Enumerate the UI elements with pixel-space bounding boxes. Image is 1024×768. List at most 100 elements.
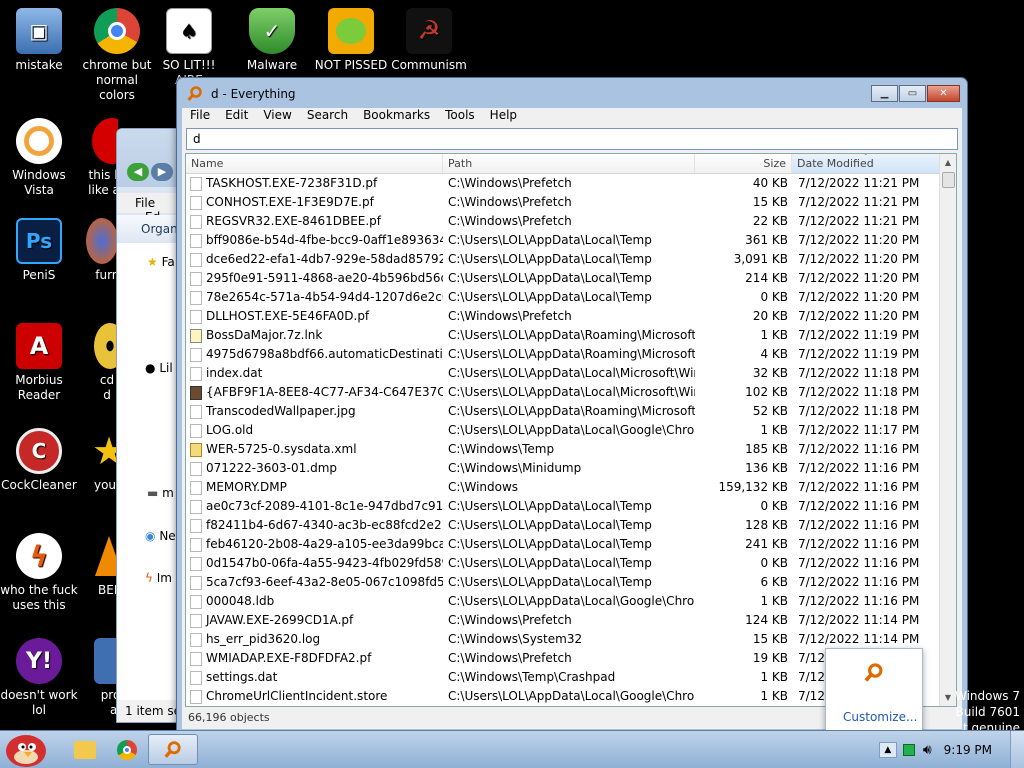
desktop-icon-winamp[interactable]: ϟ who the fuck uses this: [0, 533, 78, 613]
results-list[interactable]: Name Path Size Date Modified TASKHOST.EX…: [185, 153, 957, 707]
table-row[interactable]: DLLHOST.EXE-5E46FA0D.pf C:\Windows\Prefet…: [186, 307, 956, 326]
desktop-icon-not-pissed[interactable]: NOT PISSED: [312, 8, 390, 73]
desktop-icon-morbius-reader[interactable]: A Morbius Reader: [0, 323, 78, 403]
table-row[interactable]: hs_err_pid3620.log C:\Windows\System32 15 …: [186, 630, 956, 649]
desktop-icon-vlc[interactable]: BEEP: [78, 533, 118, 598]
scroll-down-icon[interactable]: ▼: [940, 689, 956, 706]
desktop-icon-cd[interactable]: cd d: [78, 323, 118, 403]
cell-date: 7/12/2022 11:16 PM: [798, 442, 920, 456]
network-status-icon[interactable]: [902, 744, 915, 756]
show-desktop-button[interactable]: [1010, 731, 1024, 768]
chrome-icon: [117, 739, 137, 760]
back-arrow-icon[interactable]: ◀: [127, 163, 149, 181]
desktop-icon-label: Malware: [246, 58, 298, 72]
cell-date: 7/12/2022 11:21 PM: [798, 176, 920, 190]
customize-link[interactable]: Customize...: [843, 710, 917, 724]
tree-item-network[interactable]: ◉ Ne: [145, 529, 176, 543]
everything-window[interactable]: d - Everything ▁ ▭ ✕ File Edit View Sear…: [176, 77, 968, 735]
desktop-icon-mistake[interactable]: ▣ mistake: [0, 8, 78, 73]
table-row[interactable]: 071222-3603-01.dmp C:\Windows\Minidump 136…: [186, 459, 956, 478]
library-icon: ●: [145, 361, 156, 375]
menu-help[interactable]: Help: [490, 108, 517, 124]
table-row[interactable]: 5ca7cf93-6eef-43a2-8e05-067c1098fd50.tmp…: [186, 573, 956, 592]
column-size[interactable]: Size: [695, 154, 792, 173]
scroll-up-icon[interactable]: ▲: [940, 154, 956, 171]
table-row[interactable]: 295f0e91-5911-4868-ae20-4b596bd56d70.t..…: [186, 269, 956, 288]
explorer-nav-buttons[interactable]: ◀ ▶: [127, 163, 177, 183]
show-hidden-icons-button[interactable]: ▲: [878, 742, 897, 758]
cell-size: 214 KB: [745, 271, 788, 285]
desktop-icon-photoshop[interactable]: Ps PeniS: [0, 218, 78, 283]
file-icon: [190, 575, 202, 590]
desktop-icon-cockcleaner[interactable]: C CockCleaner: [0, 428, 78, 493]
title-bar[interactable]: d - Everything ▁ ▭ ✕: [177, 78, 967, 108]
tree-item-computer[interactable]: ▬ m: [147, 486, 174, 500]
close-icon: ✕: [939, 88, 948, 99]
table-row[interactable]: f82411b4-6d67-4340-ac3b-ec88fcd2e214.t..…: [186, 516, 956, 535]
desktop-icon-malware[interactable]: ✓ Malware: [233, 8, 311, 73]
menu-view[interactable]: View: [263, 108, 291, 124]
desktop-icon-chrome[interactable]: chrome but normal colors: [78, 8, 156, 103]
table-row[interactable]: bff9086e-b54d-4fbe-bcc9-0aff1e893634.tmp…: [186, 231, 956, 250]
desktop-icon-windows-vista[interactable]: Windows Vista: [0, 118, 78, 198]
maximize-button[interactable]: ▭: [899, 85, 926, 102]
table-row[interactable]: MEMORY.DMP C:\Windows 159,132 KB 7/12/2022 …: [186, 478, 956, 497]
taskbar-chrome[interactable]: [102, 734, 152, 765]
desktop-icon-opera[interactable]: this looks like a vag: [78, 118, 118, 198]
close-button[interactable]: ✕: [927, 85, 960, 102]
forward-arrow-icon[interactable]: ▶: [151, 163, 173, 181]
table-row[interactable]: JAVAW.EXE-2699CD1A.pf C:\Windows\Prefetch…: [186, 611, 956, 630]
table-row[interactable]: REGSVR32.EXE-8461DBEE.pf C:\Windows\Prefe…: [186, 212, 956, 231]
clock[interactable]: 9:19 PM: [944, 743, 992, 757]
taskbar-everything[interactable]: [148, 734, 198, 765]
column-date-modified[interactable]: Date Modified: [792, 154, 942, 173]
menu-search[interactable]: Search: [307, 108, 348, 124]
table-row[interactable]: WER-5725-0.sysdata.xml C:\Windows\Temp 185…: [186, 440, 956, 459]
column-name[interactable]: Name: [186, 154, 443, 173]
menu-bookmarks[interactable]: Bookmarks: [363, 108, 430, 124]
tree-item-im[interactable]: ϟ Im: [145, 571, 172, 585]
column-path[interactable]: Path: [443, 154, 695, 173]
desktop-icon-solitaire[interactable]: ♠ SO LIT!!! AIRE: [150, 8, 228, 88]
table-row[interactable]: feb46120-2b08-4a29-a105-ee3da99bca01.t..…: [186, 535, 956, 554]
file-name: 000048.ldb: [206, 594, 275, 608]
table-row[interactable]: LOG.old C:\Users\LOL\AppData\Local\Google…: [186, 421, 956, 440]
table-row[interactable]: 78e2654c-571a-4b54-94d4-1207d6e2c0df.t..…: [186, 288, 956, 307]
cell-path: C:\Windows\Temp: [448, 442, 555, 456]
scroll-thumb[interactable]: [942, 172, 955, 188]
vertical-scrollbar[interactable]: ▲ ▼: [939, 154, 956, 706]
cell-path: C:\Windows: [448, 480, 519, 494]
start-button[interactable]: [2, 731, 52, 768]
table-row[interactable]: TASKHOST.EXE-7238F31D.pf C:\Windows\Prefe…: [186, 174, 956, 193]
table-row[interactable]: 0d1547b0-06fa-4a55-9423-4fb029fd5892.t..…: [186, 554, 956, 573]
explorer-menu-file[interactable]: File: [135, 196, 155, 210]
table-row[interactable]: dce6ed22-efa1-4db7-929e-58dad8579263.t..…: [186, 250, 956, 269]
desktop-icon-proba[interactable]: proba a r: [78, 638, 118, 718]
cell-path: C:\Windows\Prefetch: [448, 613, 572, 627]
table-row[interactable]: BossDaMajor.7z.lnk C:\Users\LOL\AppData\R…: [186, 326, 956, 345]
search-input[interactable]: [186, 128, 958, 150]
file-name: 5ca7cf93-6eef-43a2-8e05-067c1098fd50.tmp: [206, 575, 443, 589]
menu-file[interactable]: File: [190, 108, 210, 124]
volume-icon[interactable]: 🔊︎: [923, 742, 932, 758]
minimize-button[interactable]: ▁: [871, 85, 898, 102]
desktop-icon-label: CockCleaner: [1, 478, 77, 492]
desktop-icon-label: you: [93, 478, 117, 492]
table-row[interactable]: TranscodedWallpaper.jpg C:\Users\LOL\AppD…: [186, 402, 956, 421]
table-row[interactable]: {AFBF9F1A-8EE8-4C77-AF34-C647E37CA0... C:…: [186, 383, 956, 402]
table-row[interactable]: ae0c73cf-2089-4101-8c1e-947dbd7c91c9.t..…: [186, 497, 956, 516]
tree-item-libraries[interactable]: ● Lil: [145, 361, 173, 375]
menu-edit[interactable]: Edit: [225, 108, 248, 124]
table-row[interactable]: CONHOST.EXE-1F3E9D7E.pf C:\Windows\Prefet…: [186, 193, 956, 212]
cell-path: C:\Windows\Minidump: [448, 461, 582, 475]
tree-item-favorites[interactable]: ★ Fa: [147, 255, 175, 269]
table-row[interactable]: index.dat C:\Users\LOL\AppData\Local\Micr…: [186, 364, 956, 383]
table-row[interactable]: 000048.ldb C:\Users\LOL\AppData\Local\Goo…: [186, 592, 956, 611]
everything-tray-icon[interactable]: [864, 663, 884, 683]
desktop-icon-you[interactable]: ★ you: [78, 428, 118, 493]
desktop-icon-communism[interactable]: ☭ Communism: [390, 8, 468, 73]
table-row[interactable]: 4975d6798a8bdf66.automaticDestinations..…: [186, 345, 956, 364]
desktop-icon-firefox[interactable]: furr: [78, 218, 118, 283]
menu-tools[interactable]: Tools: [445, 108, 475, 124]
desktop-icon-yahoo-messenger[interactable]: Y! doesn't work lol: [0, 638, 78, 718]
